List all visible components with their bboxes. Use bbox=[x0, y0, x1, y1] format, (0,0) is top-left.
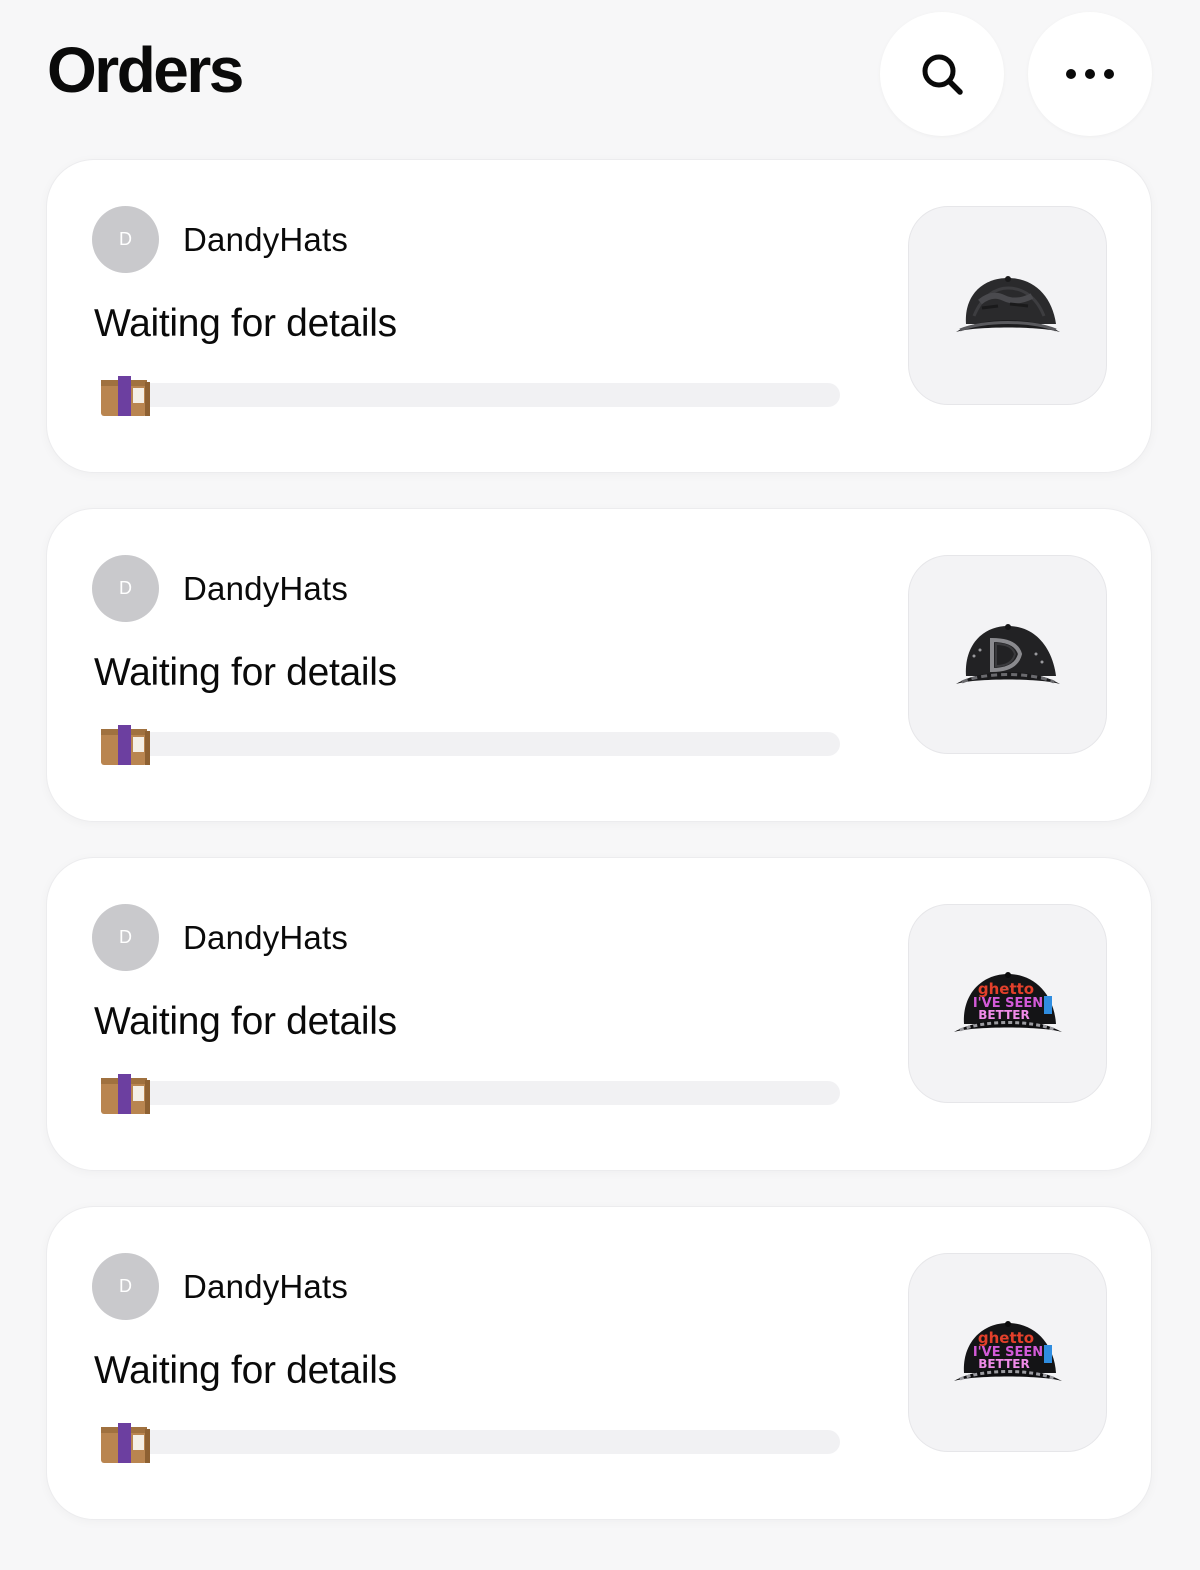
cap-image-icon bbox=[955, 623, 1060, 684]
cap-image-icon: ghetto I'VE SEEN BETTER bbox=[953, 971, 1062, 1032]
seller-name: DandyHats bbox=[183, 1268, 349, 1305]
order-card[interactable]: D DandyHats Waiting for details ghetto I… bbox=[46, 857, 1152, 1171]
order-card[interactable]: D DandyHats Waiting for details bbox=[46, 159, 1152, 473]
package-icon bbox=[101, 376, 150, 416]
order-card[interactable]: D DandyHats Waiting for details bbox=[46, 508, 1152, 822]
order-status: Waiting for details bbox=[94, 302, 397, 345]
progress-bar bbox=[127, 383, 840, 407]
seller-name: DandyHats bbox=[183, 221, 349, 258]
seller-name: DandyHats bbox=[183, 570, 349, 607]
more-horizontal-icon bbox=[1066, 69, 1114, 79]
order-card[interactable]: D DandyHats Waiting for details ghetto I… bbox=[46, 1206, 1152, 1520]
seller-avatar: D bbox=[92, 555, 159, 622]
cap-print-line-3: BETTER bbox=[978, 1357, 1029, 1371]
order-status: Waiting for details bbox=[94, 651, 397, 694]
cap-image-icon: ghetto I'VE SEEN BETTER bbox=[953, 1320, 1062, 1381]
seller-avatar: D bbox=[92, 206, 159, 273]
orders-page: Orders D DandyHats Waiting for details D… bbox=[0, 0, 1200, 1570]
search-button[interactable] bbox=[880, 12, 1004, 136]
order-list: D DandyHats Waiting for details D DandyH… bbox=[46, 159, 1152, 1555]
product-thumbnail[interactable] bbox=[908, 206, 1107, 405]
progress-bar bbox=[127, 1081, 840, 1105]
order-status: Waiting for details bbox=[94, 1000, 397, 1043]
cap-image-icon bbox=[955, 275, 1060, 332]
package-icon bbox=[101, 1423, 150, 1463]
progress-bar bbox=[127, 1430, 840, 1454]
header: Orders bbox=[0, 0, 1200, 150]
seller-avatar: D bbox=[92, 904, 159, 971]
more-options-button[interactable] bbox=[1028, 12, 1152, 136]
package-icon bbox=[101, 725, 150, 765]
cap-print-line-3: BETTER bbox=[978, 1008, 1029, 1022]
product-thumbnail[interactable]: ghetto I'VE SEEN BETTER bbox=[908, 1253, 1107, 1452]
seller-avatar: D bbox=[92, 1253, 159, 1320]
progress-bar bbox=[127, 732, 840, 756]
page-title: Orders bbox=[47, 34, 244, 106]
search-icon bbox=[922, 54, 963, 95]
product-thumbnail[interactable]: ghetto I'VE SEEN BETTER bbox=[908, 904, 1107, 1103]
product-thumbnail[interactable] bbox=[908, 555, 1107, 754]
package-icon bbox=[101, 1074, 150, 1114]
order-status: Waiting for details bbox=[94, 1349, 397, 1392]
seller-name: DandyHats bbox=[183, 919, 349, 956]
